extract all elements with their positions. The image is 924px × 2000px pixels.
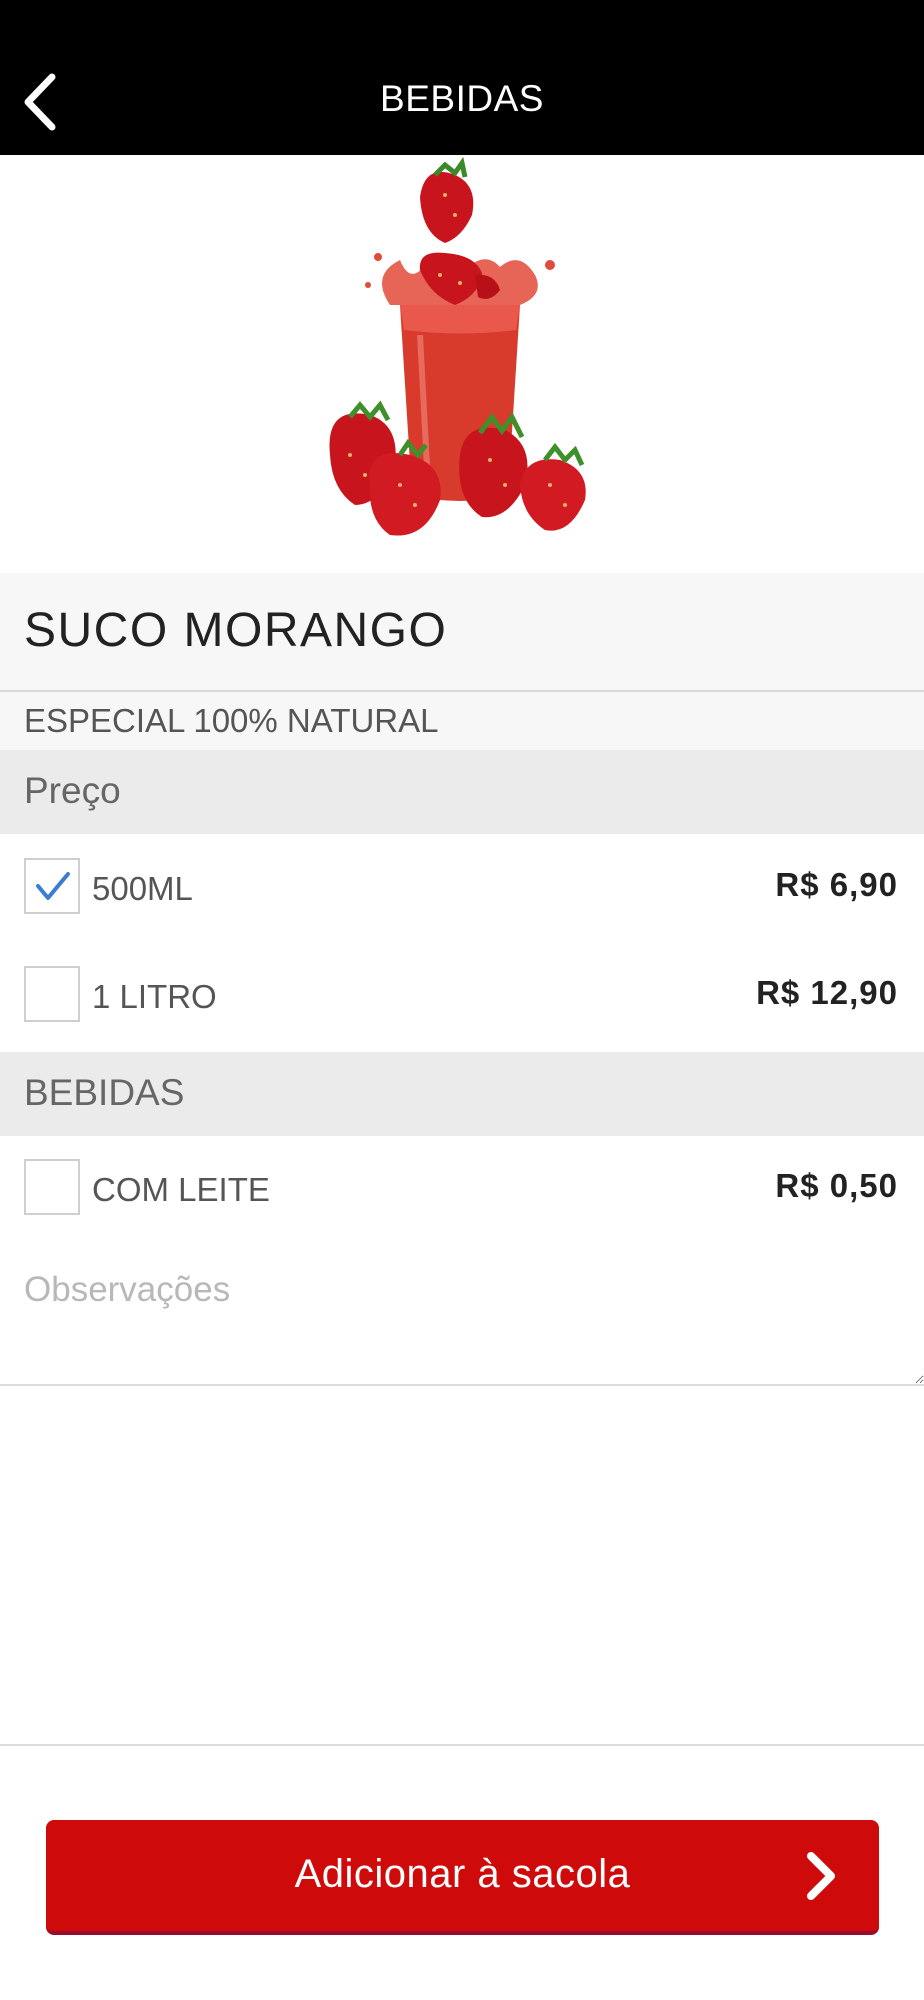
section-header-price: Preço	[0, 750, 924, 834]
checkbox[interactable]	[24, 966, 80, 1022]
option-500ml[interactable]: 500ML R$ 6,90	[0, 834, 924, 942]
checkbox[interactable]	[24, 1159, 80, 1215]
product-description-band: ESPECIAL 100% NATURAL	[0, 692, 924, 750]
option-label: COM LEITE	[92, 1171, 270, 1208]
section-title: BEBIDAS	[24, 1072, 185, 1113]
checkbox[interactable]	[24, 858, 80, 914]
chevron-right-icon	[807, 1852, 835, 1900]
product-description: ESPECIAL 100% NATURAL	[24, 702, 439, 739]
strawberry-juice-image	[329, 156, 586, 536]
footer-divider	[0, 1744, 924, 1746]
section-header-drinks: BEBIDAS	[0, 1052, 924, 1136]
section-title: Preço	[24, 770, 121, 811]
option-price: R$ 0,50	[775, 1167, 898, 1204]
option-price: R$ 6,90	[775, 866, 898, 903]
option-label: 500ML	[92, 870, 193, 907]
option-com-leite[interactable]: COM LEITE R$ 0,50	[0, 1135, 924, 1243]
page-title: BEBIDAS	[380, 78, 544, 119]
option-label: 1 LITRO	[92, 978, 217, 1015]
product-image-area	[0, 155, 924, 573]
add-to-bag-button[interactable]: Adicionar à sacola	[46, 1820, 879, 1935]
product-title-band: SUCO MORANGO	[0, 573, 924, 692]
notes-input[interactable]	[0, 1232, 924, 1386]
top-bar: BEBIDAS	[0, 0, 924, 155]
option-price: R$ 12,90	[756, 974, 898, 1011]
product-title: SUCO MORANGO	[24, 604, 448, 657]
add-button-label: Adicionar à sacola	[294, 1852, 631, 1896]
checkmark-icon	[36, 872, 70, 900]
option-1-litro[interactable]: 1 LITRO R$ 12,90	[0, 942, 924, 1050]
